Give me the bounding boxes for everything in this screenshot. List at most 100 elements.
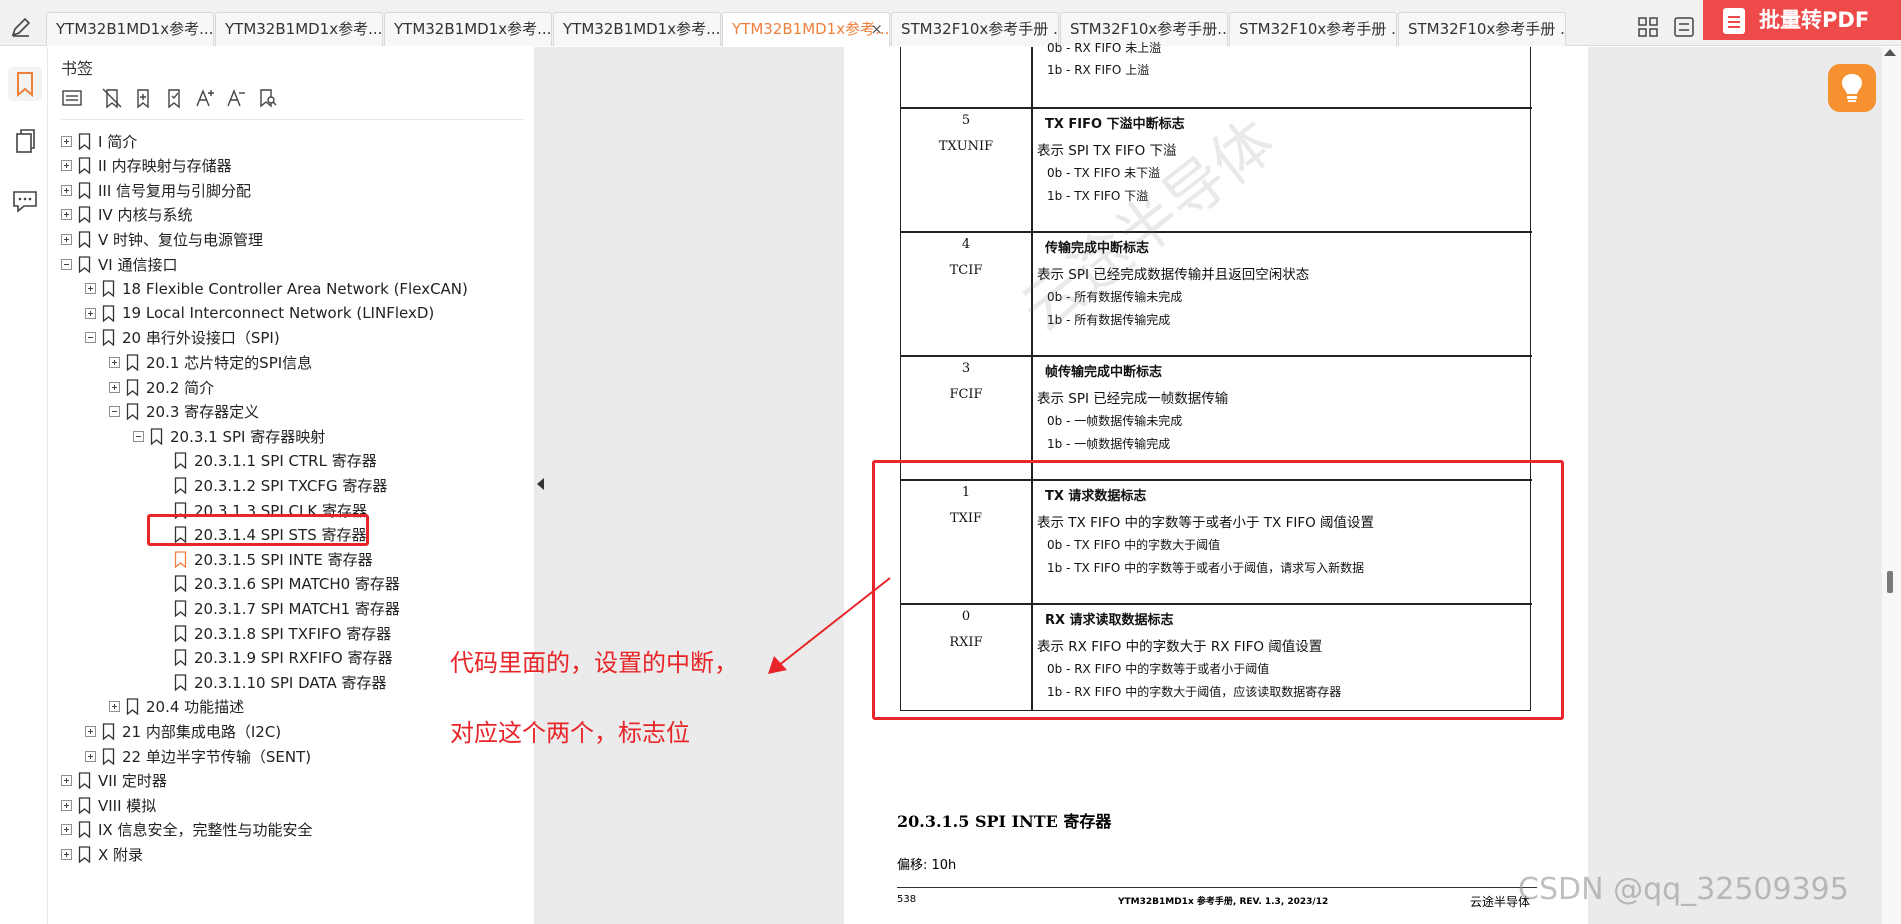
expand-icon[interactable] (109, 381, 120, 393)
expand-icon[interactable] (85, 725, 96, 737)
bookmark-label: VII 定时器 (98, 772, 167, 791)
list-icon[interactable] (1673, 16, 1695, 38)
bookmark-item[interactable]: 22 单边半字节传输（SENT) (85, 744, 311, 768)
bookmark-label: VI 通信接口 (98, 255, 178, 274)
bookmark-item[interactable]: VII 定时器 (61, 769, 167, 793)
tab-label: YTM32B1MD1x参考... (394, 20, 552, 38)
batch-convert-pdf-button[interactable]: 批量转PDF (1703, 0, 1901, 40)
scroll-up-arrow[interactable] (1884, 49, 1896, 56)
field-description: 表示 SPI TX FIFO 下溢 (1037, 143, 1177, 159)
bookmark-label: 20 串行外设接口（SPI) (122, 329, 280, 348)
bookmark-item[interactable]: 20.1 芯片特定的SPI信息 (109, 350, 312, 374)
expand-icon[interactable] (61, 209, 72, 221)
bookmark-item[interactable]: 20.3.1.9 SPI RXFIFO 寄存器 (157, 646, 393, 670)
bookmark-label: 22 单边半字节传输（SENT) (122, 747, 312, 766)
collapse-icon[interactable] (133, 430, 144, 442)
bookmark-item[interactable]: V 时钟、复位与电源管理 (61, 227, 263, 251)
expand-icon[interactable] (85, 750, 96, 762)
bookmark-item[interactable]: IX 信息安全，完整性与功能安全 (61, 818, 312, 842)
bookmark-item[interactable]: X 附录 (61, 842, 143, 866)
tab-2[interactable]: YTM32B1MD1x参考... (215, 12, 383, 46)
expand-icon[interactable] (61, 184, 72, 196)
bookmark-search-icon[interactable] (256, 87, 278, 109)
bookmark-icon[interactable] (8, 67, 42, 101)
expand-icon[interactable] (109, 701, 120, 713)
bookmark-item[interactable]: IV 内核与系统 (61, 203, 192, 227)
bookmark-item[interactable]: 20.3.1 SPI 寄存器映射 (133, 424, 325, 448)
tab-5[interactable]: YTM32B1MD1x参考... × (722, 12, 890, 46)
bookmark-item[interactable]: II 内存映射与存储器 (61, 154, 232, 178)
grid-icon[interactable] (1637, 16, 1659, 38)
font-increase-icon[interactable] (194, 87, 216, 109)
bookmark-label: X 附录 (98, 845, 144, 864)
font-decrease-icon[interactable] (225, 87, 247, 109)
bookmark-label: 21 内部集成电路（I2C) (122, 722, 282, 741)
expand-icon[interactable] (61, 848, 72, 860)
expand-icon[interactable] (61, 775, 72, 787)
expand-icon[interactable] (61, 135, 72, 147)
expand-icon[interactable] (61, 799, 72, 811)
bookmark-item[interactable]: 20.2 简介 (109, 375, 214, 399)
tab-8[interactable]: STM32F10x参考手册 ... (1229, 12, 1397, 46)
field-option: 0b - 一帧数据传输未完成 (1047, 414, 1183, 428)
vertical-scrollbar[interactable] (1882, 47, 1901, 924)
bookmark-item[interactable]: 20.3.1.7 SPI MATCH1 寄存器 (157, 596, 400, 620)
collapse-icon[interactable] (109, 406, 120, 418)
bookmark-item[interactable]: 20.3.1.2 SPI TXCFG 寄存器 (157, 473, 387, 497)
bookmark-item[interactable]: 20.3.1.8 SPI TXFIFO 寄存器 (157, 621, 391, 645)
bookmark-item[interactable]: 20.4 功能描述 (109, 695, 244, 719)
expand-icon[interactable] (61, 233, 72, 245)
pen-icon[interactable] (8, 14, 34, 40)
bookmark-label: III 信号复用与引脚分配 (98, 181, 252, 200)
expand-icon[interactable] (61, 160, 72, 172)
expand-icon[interactable] (85, 307, 96, 319)
bookmark-item[interactable]: I 简介 (61, 129, 137, 153)
bookmark-item[interactable]: III 信号复用与引脚分配 (61, 178, 251, 202)
bookmark-item[interactable]: 20.3.1.5 SPI INTE 寄存器 (157, 547, 373, 571)
comment-icon[interactable] (8, 183, 42, 217)
collapse-icon[interactable] (85, 332, 96, 344)
collapse-panel-arrow[interactable] (537, 478, 544, 490)
bookmark-item[interactable]: VI 通信接口 (61, 252, 177, 276)
lightbulb-icon[interactable] (1828, 64, 1876, 112)
bookmark-label: 20.3.1.6 SPI MATCH0 寄存器 (194, 575, 400, 594)
bookmark-item[interactable]: 20.3 寄存器定义 (109, 400, 259, 424)
field-option: 1b - RX FIFO 上溢 (1047, 63, 1150, 77)
bookmark-item[interactable]: 20.3.1.1 SPI CTRL 寄存器 (157, 449, 377, 473)
bookmark-label: IV 内核与系统 (98, 206, 193, 225)
bookmark-item[interactable]: 20 串行外设接口（SPI) (85, 326, 280, 350)
bookmark-label: 20.1 芯片特定的SPI信息 (146, 353, 313, 372)
table-row-divider (901, 231, 1532, 233)
expand-icon[interactable] (61, 824, 72, 836)
bookmark-label: 20.3 寄存器定义 (146, 403, 260, 422)
bookmark-item[interactable]: VIII 模拟 (61, 793, 156, 817)
bookmark-flag-icon[interactable] (163, 87, 185, 109)
outline-view-icon[interactable] (61, 87, 83, 109)
bookmark-item[interactable]: 19 Local Interconnect Network (LINFlexD) (85, 301, 434, 325)
table-row-divider (901, 107, 1532, 109)
bookmark-icon (78, 157, 91, 175)
add-bookmark-icon[interactable] (132, 87, 154, 109)
tab-9[interactable]: STM32F10x参考手册 ... (1398, 12, 1566, 46)
tab-1[interactable]: YTM32B1MD1x参考... (46, 12, 214, 46)
tab-label: YTM32B1MD1x参考... (732, 20, 890, 38)
close-icon[interactable]: × (870, 13, 883, 45)
expand-icon[interactable] (85, 283, 96, 295)
batch-pdf-label: 批量转PDF (1759, 8, 1870, 32)
bookmark-item[interactable]: 21 内部集成电路（I2C) (85, 719, 281, 743)
delete-bookmark-icon[interactable] (101, 87, 123, 109)
tab-6[interactable]: STM32F10x参考手册 ... (891, 12, 1059, 46)
bookmark-icon (174, 551, 187, 568)
bookmark-label: VIII 模拟 (98, 796, 157, 815)
scroll-thumb[interactable] (1887, 571, 1893, 593)
tab-4[interactable]: YTM32B1MD1x参考... (553, 12, 721, 46)
tab-3[interactable]: YTM32B1MD1x参考... (384, 12, 552, 46)
collapse-icon[interactable] (61, 258, 72, 270)
bookmark-item[interactable]: 20.3.1.6 SPI MATCH0 寄存器 (157, 572, 400, 596)
bookmark-item[interactable]: 18 Flexible Controller Area Network (Fle… (85, 277, 468, 301)
expand-icon[interactable] (109, 356, 120, 368)
table-row-divider (901, 355, 1532, 357)
left-tool-rail (0, 47, 48, 924)
bookmark-item[interactable]: 20.3.1.10 SPI DATA 寄存器 (157, 670, 387, 694)
pages-icon[interactable] (8, 125, 42, 159)
